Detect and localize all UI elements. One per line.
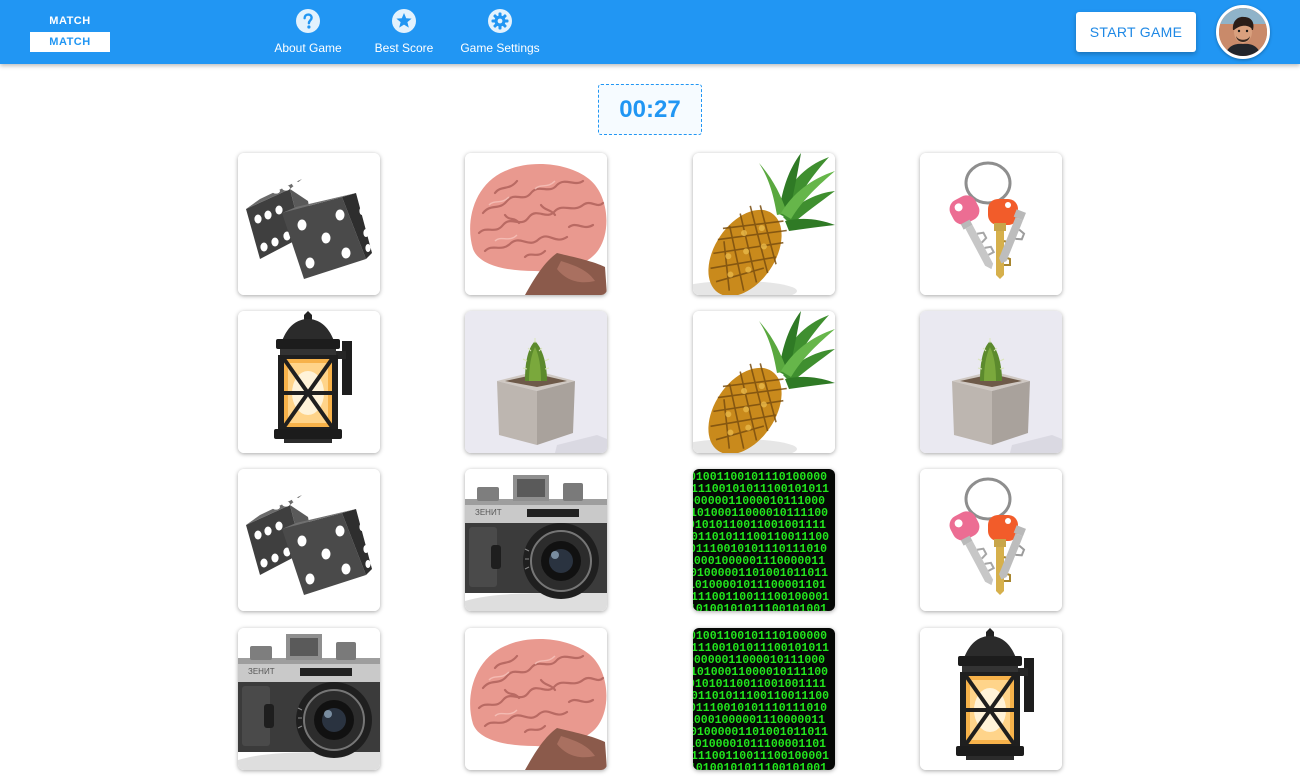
nav-about-game[interactable]: About Game (268, 8, 348, 55)
memory-card[interactable] (693, 469, 835, 611)
camera-icon (238, 628, 380, 770)
nav-label: About Game (274, 41, 342, 55)
cactus-icon (920, 311, 1062, 453)
lantern-icon (238, 311, 380, 453)
logo-top-text: MATCH (49, 15, 91, 27)
logo[interactable]: MATCH MATCH (30, 14, 110, 52)
pineapple-icon (693, 153, 835, 295)
keys-icon (920, 469, 1062, 611)
nav-game-settings[interactable]: Game Settings (455, 8, 545, 55)
dice-icon (238, 153, 380, 295)
memory-card[interactable] (238, 469, 380, 611)
brain-icon (465, 628, 607, 770)
camera-icon (465, 469, 607, 611)
keys-icon (920, 153, 1062, 295)
user-avatar-icon (1219, 8, 1267, 56)
binary-code-icon (693, 628, 835, 770)
gear-icon (488, 9, 512, 33)
binary-code-icon (693, 469, 835, 611)
start-game-button[interactable]: START GAME (1076, 12, 1196, 52)
logo-bottom-text: MATCH (30, 32, 110, 52)
memory-card[interactable] (693, 628, 835, 770)
app-header: MATCH MATCH About Game Best Score Game S… (0, 0, 1300, 64)
nav-best-score[interactable]: Best Score (364, 8, 444, 55)
memory-card[interactable] (238, 311, 380, 453)
memory-card[interactable] (693, 153, 835, 295)
memory-card[interactable] (920, 469, 1062, 611)
memory-card[interactable] (465, 311, 607, 453)
memory-card[interactable] (465, 628, 607, 770)
memory-card[interactable] (465, 153, 607, 295)
dice-icon (238, 469, 380, 611)
memory-card[interactable] (238, 153, 380, 295)
cactus-icon (465, 311, 607, 453)
avatar[interactable] (1216, 5, 1270, 59)
pineapple-icon (693, 311, 835, 453)
lantern-icon (920, 628, 1062, 770)
brain-icon (465, 153, 607, 295)
nav-label: Game Settings (460, 41, 540, 55)
memory-card[interactable] (693, 311, 835, 453)
memory-card[interactable] (920, 153, 1062, 295)
memory-card[interactable] (920, 628, 1062, 770)
memory-card[interactable] (920, 311, 1062, 453)
nav-label: Best Score (374, 41, 434, 55)
game-timer: 00:27 (598, 84, 702, 135)
memory-card[interactable] (465, 469, 607, 611)
memory-card[interactable] (238, 628, 380, 770)
question-circle-icon (296, 9, 320, 33)
star-circle-icon (392, 9, 416, 33)
